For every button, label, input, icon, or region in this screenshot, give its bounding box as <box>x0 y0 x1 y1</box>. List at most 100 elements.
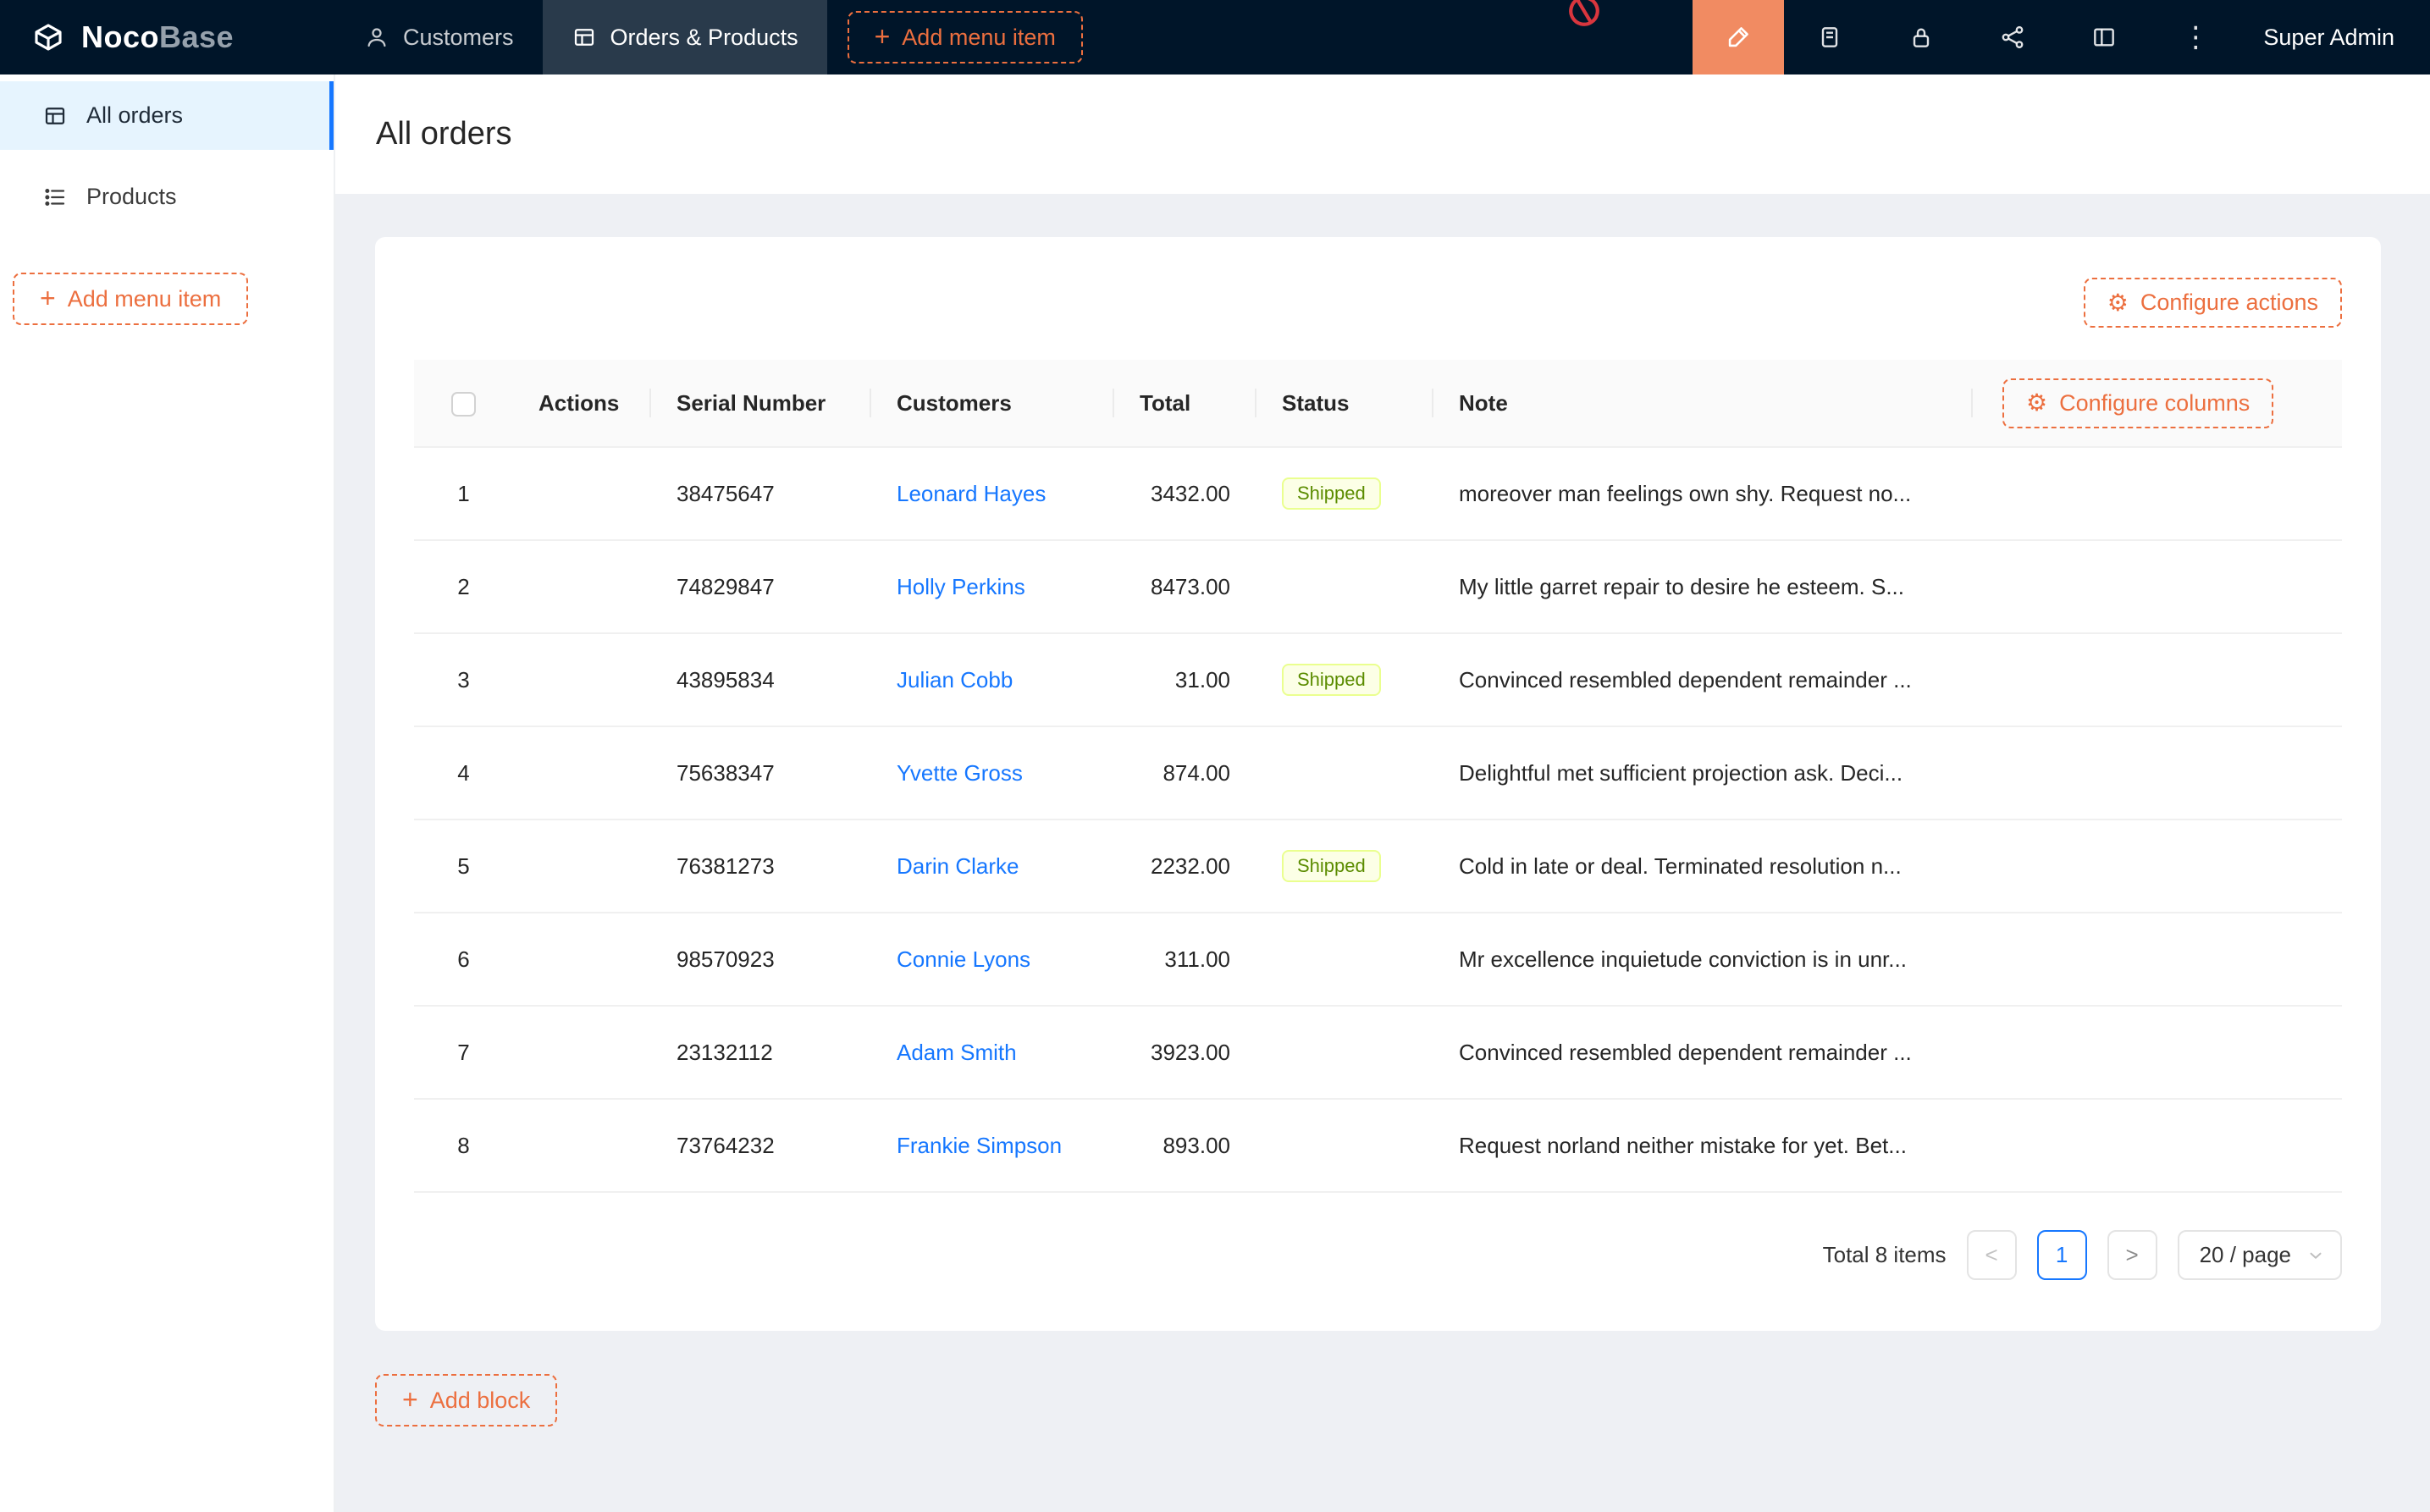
select-all-checkbox[interactable] <box>451 392 476 417</box>
nocobase-logo[interactable]: NocoBase <box>0 0 335 74</box>
gear-icon: ⚙ <box>2026 391 2047 415</box>
row-status-cell: Shipped <box>1256 448 1433 541</box>
row-trailing-cell <box>1973 448 2342 541</box>
customer-link[interactable]: Frankie Simpson <box>897 1133 1062 1158</box>
card-toolbar: ⚙ Configure actions <box>414 278 2342 328</box>
row-customer-cell: Frankie Simpson <box>871 1100 1114 1193</box>
layout-icon <box>2090 24 2118 51</box>
table-row: 2 74829847 Holly Perkins 8473.00 My litt… <box>414 541 2342 634</box>
share-nodes-icon <box>1999 24 2026 51</box>
row-serial-cell: 76381273 <box>651 820 871 913</box>
row-serial-cell: 43895834 <box>651 634 871 727</box>
navbar-add-menu-item-button[interactable]: + Add menu item <box>848 11 1083 63</box>
row-serial-cell: 98570923 <box>651 913 871 1007</box>
column-header-trailing: ⚙ Configure columns <box>1973 360 2342 448</box>
row-actions-cell <box>513 727 651 820</box>
nav-item-orders-products[interactable]: Orders & Products <box>543 0 827 74</box>
table-body: 1 38475647 Leonard Hayes 3432.00 Shipped… <box>414 448 2342 1193</box>
row-customer-cell: Holly Perkins <box>871 541 1114 634</box>
column-header-customers: Customers <box>871 360 1114 448</box>
row-serial-cell: 23132112 <box>651 1007 871 1100</box>
row-actions-cell <box>513 448 651 541</box>
row-actions-cell <box>513 541 651 634</box>
row-status-cell <box>1256 1100 1433 1193</box>
select-all-header-cell <box>414 360 513 448</box>
row-index-cell: 5 <box>414 820 513 913</box>
configure-columns-button[interactable]: ⚙ Configure columns <box>2002 378 2273 428</box>
logo-cube-icon <box>30 19 66 55</box>
customer-link[interactable]: Julian Cobb <box>897 667 1013 693</box>
status-badge: Shipped <box>1282 664 1381 696</box>
blocked-cursor-icon <box>1563 0 1606 32</box>
sidebar-item-label: All orders <box>86 102 183 129</box>
pagination-prev-button[interactable]: < <box>1967 1230 2017 1280</box>
row-status-cell: Shipped <box>1256 634 1433 727</box>
gear-icon: ⚙ <box>2107 291 2129 315</box>
row-total-cell: 2232.00 <box>1114 820 1256 913</box>
docs-button[interactable] <box>1784 0 1875 74</box>
sidebar-item-all-orders[interactable]: All orders <box>0 81 334 150</box>
row-total-cell: 3923.00 <box>1114 1007 1256 1100</box>
row-index-cell: 1 <box>414 448 513 541</box>
row-total-cell: 31.00 <box>1114 634 1256 727</box>
customer-link[interactable]: Yvette Gross <box>897 760 1023 786</box>
row-trailing-cell <box>1973 820 2342 913</box>
page-size-select[interactable]: 20 / page <box>2178 1230 2342 1280</box>
add-block-button[interactable]: + Add block <box>375 1374 557 1426</box>
customer-link[interactable]: Leonard Hayes <box>897 481 1046 506</box>
orders-table-icon <box>42 103 68 129</box>
row-customer-cell: Leonard Hayes <box>871 448 1114 541</box>
row-status-cell <box>1256 541 1433 634</box>
row-note-cell: My little garret repair to desire he est… <box>1433 541 1973 634</box>
row-trailing-cell <box>1973 541 2342 634</box>
nav-item-label: Orders & Products <box>610 25 798 51</box>
row-actions-cell <box>513 1007 651 1100</box>
page-title: All orders <box>376 116 512 152</box>
row-serial-cell: 73764232 <box>651 1100 871 1193</box>
table-row: 5 76381273 Darin Clarke 2232.00 Shipped … <box>414 820 2342 913</box>
pagination-page-1[interactable]: 1 <box>2037 1230 2087 1280</box>
layout-button[interactable] <box>2058 0 2150 74</box>
row-index-cell: 7 <box>414 1007 513 1100</box>
row-status-cell <box>1256 1007 1433 1100</box>
row-trailing-cell <box>1973 727 2342 820</box>
plus-icon: + <box>875 23 891 50</box>
row-status-cell <box>1256 913 1433 1007</box>
lock-button[interactable] <box>1875 0 1967 74</box>
customer-link[interactable]: Adam Smith <box>897 1040 1017 1065</box>
row-total-cell: 874.00 <box>1114 727 1256 820</box>
row-trailing-cell <box>1973 913 2342 1007</box>
book-icon <box>1816 24 1843 51</box>
customer-link[interactable]: Holly Perkins <box>897 574 1025 599</box>
row-total-cell: 8473.00 <box>1114 541 1256 634</box>
row-total-cell: 311.00 <box>1114 913 1256 1007</box>
navbar-right-actions: ⋮ Super Admin <box>1693 0 2430 74</box>
table-row: 1 38475647 Leonard Hayes 3432.00 Shipped… <box>414 448 2342 541</box>
row-note-cell: Mr excellence inquietude conviction is i… <box>1433 913 1973 1007</box>
pagination-next-button[interactable]: > <box>2107 1230 2157 1280</box>
user-menu[interactable]: Super Admin <box>2241 25 2430 51</box>
row-status-cell: Shipped <box>1256 820 1433 913</box>
status-badge: Shipped <box>1282 850 1381 882</box>
table-doc-icon <box>572 25 597 50</box>
row-index-cell: 3 <box>414 634 513 727</box>
row-index-cell: 8 <box>414 1100 513 1193</box>
row-index-cell: 6 <box>414 913 513 1007</box>
sidebar-item-products[interactable]: Products <box>0 163 334 231</box>
nav-item-customers[interactable]: Customers <box>335 0 543 74</box>
person-icon <box>364 25 389 50</box>
row-index-cell: 4 <box>414 727 513 820</box>
more-button[interactable]: ⋮ <box>2150 0 2241 74</box>
sidebar-add-menu-item-button[interactable]: + Add menu item <box>13 273 248 325</box>
customer-link[interactable]: Connie Lyons <box>897 946 1030 972</box>
table-row: 3 43895834 Julian Cobb 31.00 Shipped Con… <box>414 634 2342 727</box>
column-header-actions: Actions <box>513 360 651 448</box>
row-actions-cell <box>513 634 651 727</box>
row-trailing-cell <box>1973 1100 2342 1193</box>
ui-editor-button[interactable] <box>1693 0 1784 74</box>
customer-link[interactable]: Darin Clarke <box>897 853 1019 879</box>
configure-actions-button[interactable]: ⚙ Configure actions <box>2084 278 2342 328</box>
api-button[interactable] <box>1967 0 2058 74</box>
row-actions-cell <box>513 913 651 1007</box>
row-actions-cell <box>513 1100 651 1193</box>
